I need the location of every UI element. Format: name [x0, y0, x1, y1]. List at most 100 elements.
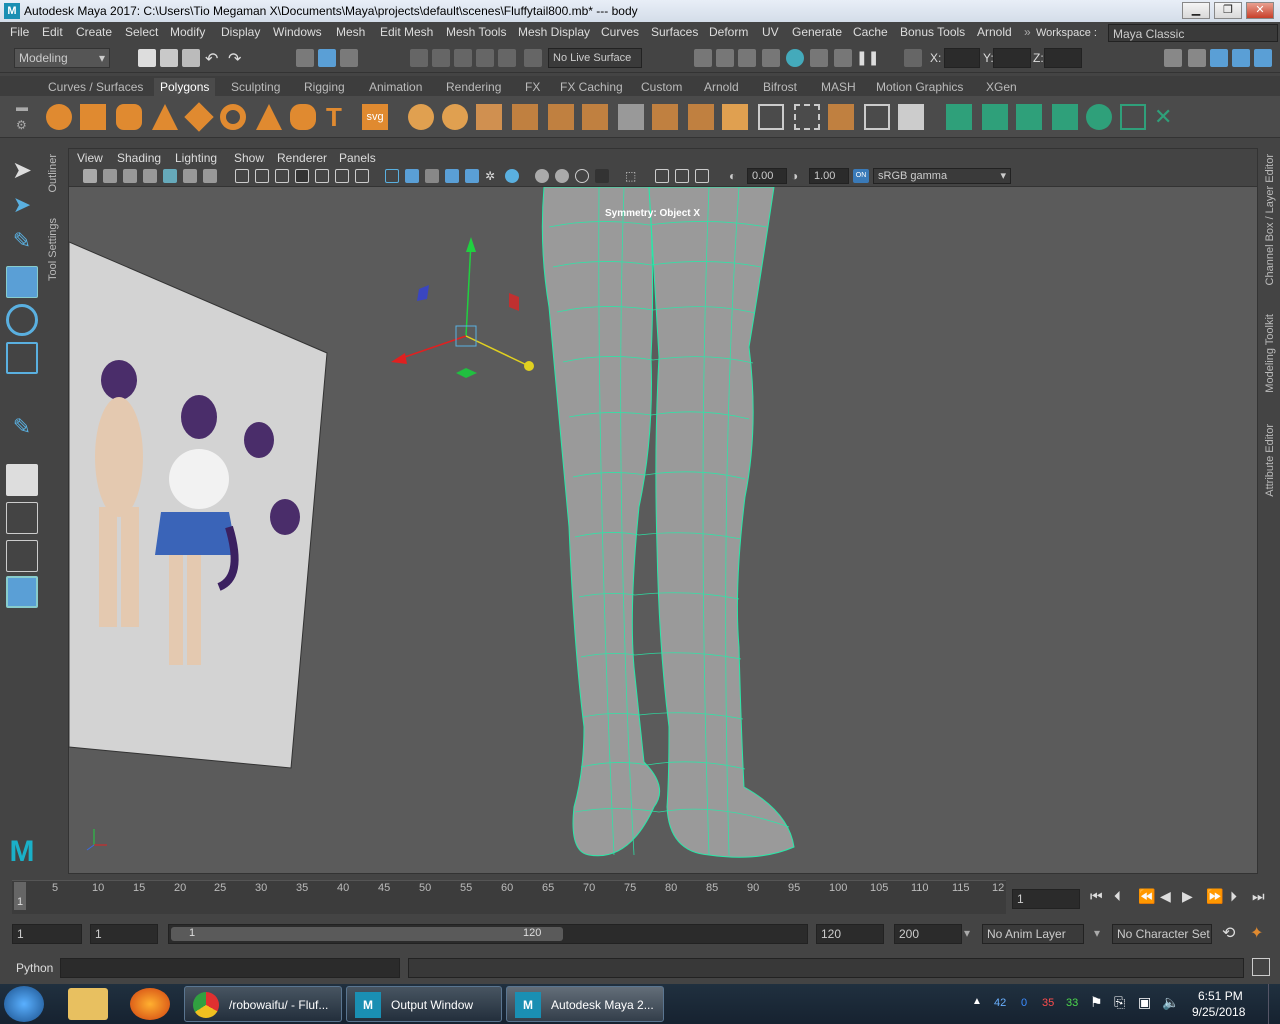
- reference-image-plane[interactable]: [69, 241, 328, 769]
- z-field[interactable]: [1044, 48, 1082, 68]
- menu-file[interactable]: File: [10, 25, 29, 39]
- grid-icon[interactable]: [235, 169, 249, 183]
- select-object-icon[interactable]: [318, 49, 336, 67]
- taskbar-maya[interactable]: M Autodesk Maya 2...: [506, 986, 664, 1022]
- select-tool-icon[interactable]: ➤: [6, 156, 38, 188]
- panel-menu-shading[interactable]: Shading: [117, 151, 161, 165]
- menu-edit[interactable]: Edit: [42, 25, 63, 39]
- four-view-layout-icon[interactable]: [6, 502, 38, 534]
- poly-cube-icon[interactable]: [80, 104, 106, 130]
- menu-overflow-icon[interactable]: »: [1024, 25, 1031, 39]
- image-plane-icon[interactable]: [123, 169, 137, 183]
- time-slider[interactable]: 1 5 10 15 20 25 30 35 40 45 50 55 60 65 …: [0, 876, 1280, 916]
- animation-end-field[interactable]: 200: [894, 924, 962, 944]
- new-scene-icon[interactable]: [138, 49, 156, 67]
- arnold-flip-icon[interactable]: ✕: [1154, 104, 1180, 130]
- shelf-tab-sculpting[interactable]: Sculpting: [225, 78, 286, 96]
- close-button[interactable]: ✕: [1246, 2, 1274, 19]
- 3d-viewport[interactable]: Symmetry: Object X: [69, 187, 1257, 873]
- menu-mesh-display[interactable]: Mesh Display: [518, 25, 590, 39]
- file-explorer-icon[interactable]: [68, 988, 108, 1020]
- x-field[interactable]: [944, 48, 980, 68]
- menu-select[interactable]: Select: [125, 25, 158, 39]
- menu-mesh-tools[interactable]: Mesh Tools: [446, 25, 506, 39]
- move-tool-icon[interactable]: [6, 266, 38, 298]
- render-settings-icon[interactable]: [738, 49, 756, 67]
- network-icon[interactable]: ▣: [1138, 994, 1151, 1011]
- menu-edit-mesh[interactable]: Edit Mesh: [380, 25, 433, 39]
- menu-cache[interactable]: Cache: [853, 25, 888, 39]
- modeling-toolkit-tab[interactable]: Modeling Toolkit: [1264, 314, 1276, 393]
- go-to-end-icon[interactable]: ⏭: [1252, 888, 1265, 905]
- ipr-render-icon[interactable]: [716, 49, 734, 67]
- menu-display[interactable]: Display: [221, 25, 260, 39]
- arnold-checker-icon[interactable]: [1120, 104, 1146, 130]
- current-frame-field[interactable]: 1: [1012, 889, 1080, 909]
- use-all-lights-icon[interactable]: ✲: [485, 169, 499, 183]
- poly-pipe-icon[interactable]: [290, 104, 316, 130]
- menu-surfaces[interactable]: Surfaces: [651, 25, 698, 39]
- shelf-tab-fx[interactable]: FX: [519, 78, 546, 96]
- resolution-gate-icon[interactable]: [275, 169, 289, 183]
- panel-menu-lighting[interactable]: Lighting: [175, 151, 217, 165]
- extrude-icon[interactable]: [512, 104, 538, 130]
- xray-active-icon[interactable]: [675, 169, 689, 183]
- shelf-menu-icon[interactable]: ▬: [16, 100, 28, 114]
- connect-icon[interactable]: [688, 104, 714, 130]
- workspace-select[interactable]: Maya Classic: [1108, 24, 1278, 42]
- ambient-occlusion-icon[interactable]: [535, 169, 549, 183]
- pencil-icon[interactable]: [203, 169, 217, 183]
- exposure-field[interactable]: 0.00: [747, 168, 787, 184]
- snap-point-icon[interactable]: [454, 49, 472, 67]
- grease-pencil-icon[interactable]: [163, 169, 177, 183]
- poly-pyramid-icon[interactable]: [256, 104, 282, 130]
- arnold-curve-icon[interactable]: [1086, 104, 1112, 130]
- chevron-down-icon[interactable]: ▾: [1094, 926, 1100, 940]
- lasso-tool-icon[interactable]: ➤: [6, 192, 38, 224]
- taskbar-output-window[interactable]: M Output Window: [346, 986, 502, 1022]
- panel-menu-renderer[interactable]: Renderer: [277, 151, 327, 165]
- pause-icon[interactable]: ❚❚: [856, 49, 879, 67]
- panel-menu-show[interactable]: Show: [234, 151, 264, 165]
- move-manipulator[interactable]: [391, 237, 534, 378]
- step-back-key-icon[interactable]: ⏴: [1114, 888, 1121, 905]
- script-language-label[interactable]: Python: [16, 961, 53, 975]
- default-material-icon[interactable]: [425, 169, 439, 183]
- poly-sphere-icon[interactable]: [46, 104, 72, 130]
- poly-cylinder-icon[interactable]: [116, 104, 142, 130]
- magnet-icon[interactable]: [524, 49, 542, 67]
- cut-uv-icon[interactable]: [864, 104, 890, 130]
- automatic-uv-icon[interactable]: [794, 104, 820, 130]
- render-icon[interactable]: [694, 49, 712, 67]
- y-field[interactable]: [993, 48, 1031, 68]
- outliner-tab[interactable]: Outliner: [47, 154, 59, 193]
- menu-curves[interactable]: Curves: [601, 25, 639, 39]
- shelf-tab-fx-caching[interactable]: FX Caching: [554, 78, 629, 96]
- shelf-settings-icon[interactable]: ⚙: [16, 118, 27, 132]
- bridge-icon[interactable]: [548, 104, 574, 130]
- undo-icon[interactable]: ↶: [205, 49, 223, 68]
- tool-settings-tab[interactable]: Tool Settings: [47, 218, 59, 281]
- arnold-skydome-icon[interactable]: [1016, 104, 1042, 130]
- transform-mode-icon[interactable]: [904, 49, 922, 67]
- start-button[interactable]: [4, 986, 44, 1022]
- range-slider-bar[interactable]: 1 120: [171, 927, 563, 941]
- shelf-tab-animation[interactable]: Animation: [363, 78, 428, 96]
- devices-icon[interactable]: ⎘: [1114, 994, 1125, 1011]
- poly-cone-icon[interactable]: [152, 104, 178, 130]
- shelf-tab-custom[interactable]: Custom: [635, 78, 688, 96]
- uv-editor-icon[interactable]: [828, 104, 854, 130]
- animation-preferences-icon[interactable]: ✦: [1250, 923, 1263, 943]
- tray-expand-icon[interactable]: ▲: [972, 996, 982, 1007]
- select-component-icon[interactable]: [340, 49, 358, 67]
- menu-create[interactable]: Create: [76, 25, 112, 39]
- bookmark-icon[interactable]: [143, 169, 157, 183]
- wireframe-on-shaded-icon[interactable]: [445, 169, 459, 183]
- motion-blur-icon[interactable]: [555, 169, 569, 183]
- target-weld-icon[interactable]: [652, 104, 678, 130]
- body-mesh[interactable]: [541, 187, 795, 858]
- separate-icon[interactable]: [442, 104, 468, 130]
- poly-torus-icon[interactable]: [220, 104, 246, 130]
- planar-uv-icon[interactable]: [758, 104, 784, 130]
- modeling-toolkit-toggle-icon[interactable]: [1188, 49, 1206, 67]
